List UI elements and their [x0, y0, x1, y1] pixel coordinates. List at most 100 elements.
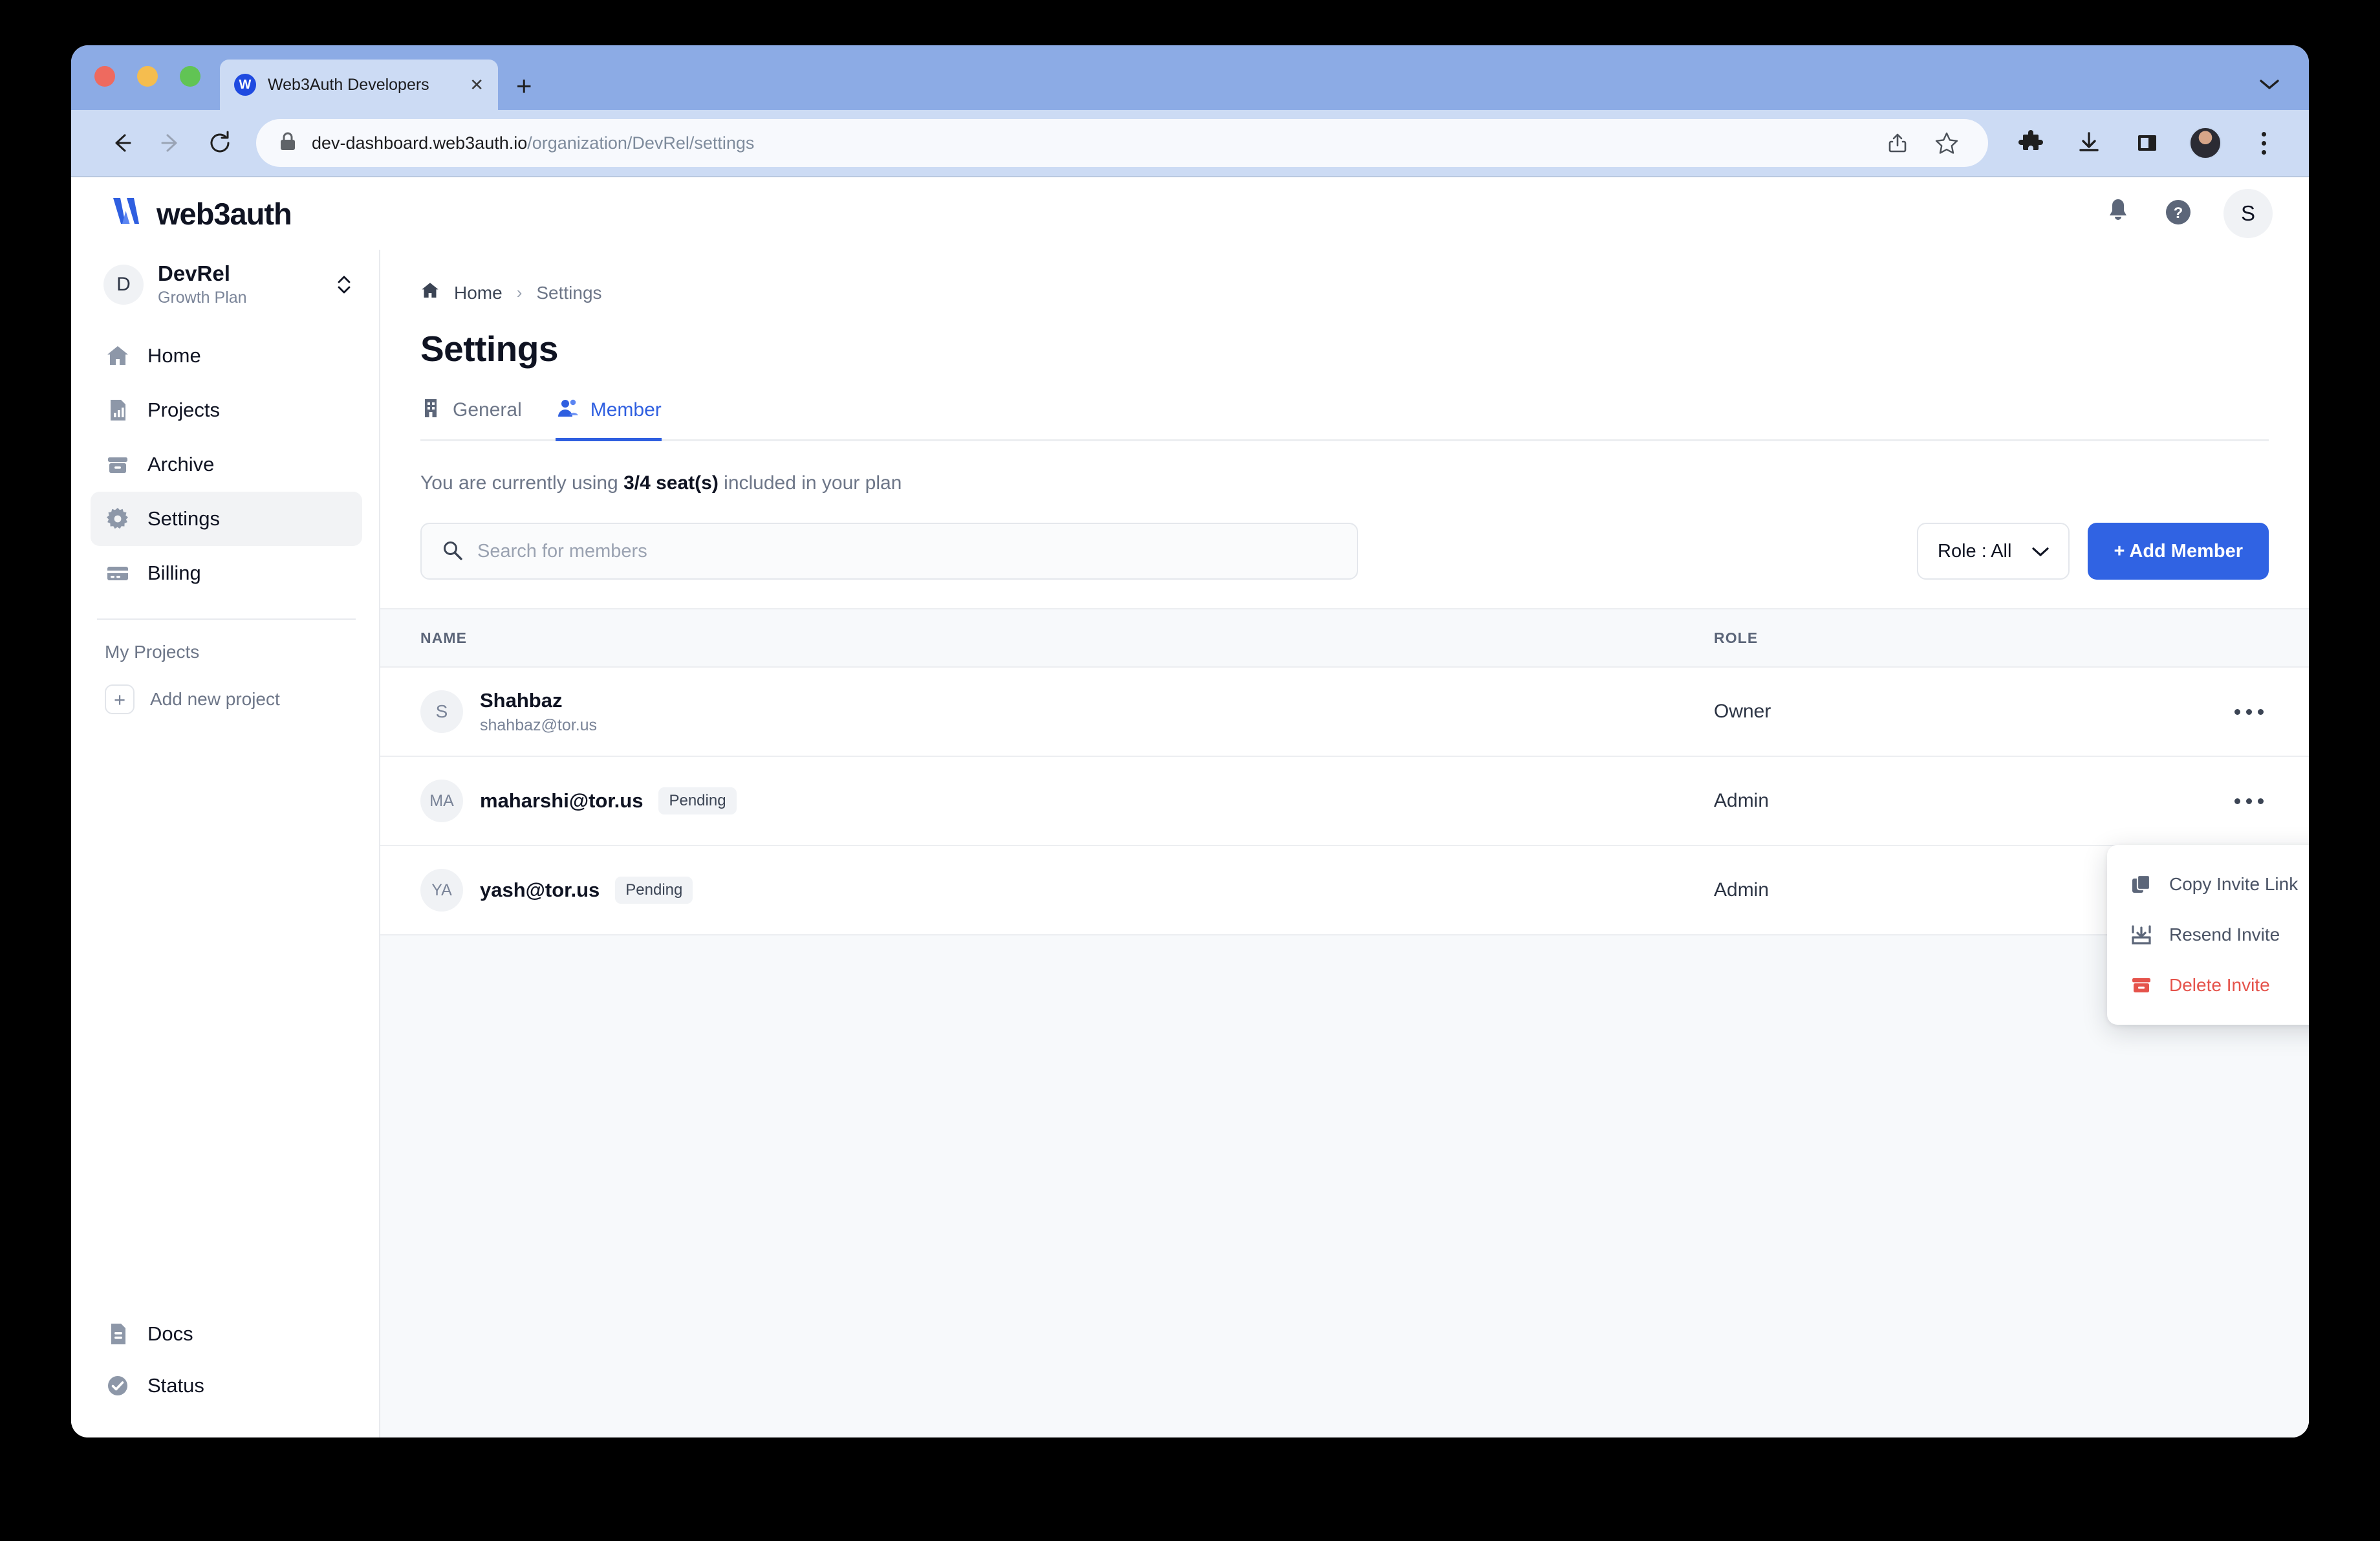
svg-text:?: ?: [2174, 204, 2183, 222]
url-path: /organization/DevRel/settings: [527, 133, 755, 153]
member-name-cell: S Shahbaz shahbaz@tor.us: [420, 689, 1714, 735]
chevron-down-icon: [2032, 541, 2050, 562]
sidebar-item-label: Home: [147, 344, 201, 367]
ellipsis-horizontal-icon[interactable]: [2229, 697, 2269, 727]
reload-icon[interactable]: [195, 118, 244, 168]
tab-member[interactable]: Member: [555, 397, 662, 441]
table-row[interactable]: MA maharshi@tor.us Pending Admin: [380, 757, 2309, 846]
search-icon: [441, 539, 463, 564]
org-name: DevRel: [158, 261, 230, 285]
new-tab-button[interactable]: +: [516, 72, 532, 100]
menu-item-label: Resend Invite: [2169, 924, 2280, 945]
window-controls: [94, 45, 200, 110]
org-avatar: D: [103, 265, 144, 305]
sidebar-item-home[interactable]: Home: [91, 329, 362, 383]
member-controls: Role : All + Add Member: [420, 523, 2269, 580]
sidebar-item-status[interactable]: Status: [91, 1360, 362, 1412]
star-icon[interactable]: [1927, 124, 1966, 162]
archive-box-icon: [105, 452, 131, 477]
member-name: Shahbaz: [480, 688, 563, 712]
add-new-project-label: Add new project: [150, 689, 280, 710]
sidebar-item-billing[interactable]: Billing: [91, 546, 362, 600]
role-filter-dropdown[interactable]: Role : All: [1917, 523, 2070, 580]
url-text: dev-dashboard.web3auth.io/organization/D…: [312, 133, 754, 153]
copy-icon: [2129, 872, 2154, 897]
sidebar-item-docs[interactable]: Docs: [91, 1308, 362, 1360]
chevron-down-icon[interactable]: [2260, 76, 2279, 93]
member-actions: [2191, 787, 2269, 816]
column-header-role: ROLE: [1714, 629, 1758, 646]
member-identity: Shahbaz shahbaz@tor.us: [480, 689, 597, 735]
browser-tab[interactable]: W Web3Auth Developers ✕: [220, 60, 498, 110]
seat-usage-text: You are currently using 3/4 seat(s) incl…: [420, 472, 2269, 494]
chevron-up-down-icon: [336, 274, 352, 296]
status-badge: Pending: [615, 877, 693, 904]
close-icon[interactable]: ✕: [470, 76, 484, 93]
document-icon: [105, 1321, 131, 1347]
bell-icon[interactable]: [2103, 197, 2133, 231]
table-row[interactable]: YA yash@tor.us Pending Admin: [380, 846, 2309, 935]
chrome-menu-icon[interactable]: [2244, 124, 2283, 162]
side-panel-icon[interactable]: [2128, 124, 2167, 162]
lock-icon: [278, 131, 298, 156]
table-row[interactable]: S Shahbaz shahbaz@tor.us Owner: [380, 668, 2309, 757]
sidebar-item-label: Docs: [147, 1322, 193, 1345]
home-icon: [420, 281, 440, 305]
sidebar-bottom-nav: Docs Status: [91, 1308, 362, 1437]
add-new-project-button[interactable]: + Add new project: [91, 662, 362, 715]
help-circle-icon[interactable]: ?: [2163, 197, 2194, 231]
extensions-puzzle-icon[interactable]: [2011, 124, 2050, 162]
search-members-box[interactable]: [420, 523, 1358, 580]
settings-tabs: General Member: [420, 397, 2269, 441]
downloads-icon[interactable]: [2070, 124, 2108, 162]
sidebar-item-archive[interactable]: Archive: [91, 437, 362, 492]
brand-text: web3auth: [157, 196, 292, 231]
forward-arrow-icon[interactable]: [146, 118, 195, 168]
close-window-button[interactable]: [94, 66, 115, 87]
sidebar-item-settings[interactable]: Settings: [91, 492, 362, 547]
member-name-row: yash@tor.us Pending: [480, 877, 693, 904]
browser-tabstrip: W Web3Auth Developers ✕ +: [71, 45, 2309, 110]
page-title: Settings: [420, 329, 558, 369]
member-name: yash@tor.us: [480, 879, 600, 901]
member-name-row: maharshi@tor.us Pending: [480, 787, 737, 814]
main-content: Home › Settings Settings General Member …: [380, 250, 2309, 1437]
sidebar-item-label: Archive: [147, 453, 215, 476]
org-plan: Growth Plan: [158, 288, 247, 307]
sidebar-item-projects[interactable]: Projects: [91, 383, 362, 437]
brand-logo[interactable]: web3auth: [111, 194, 292, 234]
profile-avatar[interactable]: [2186, 124, 2225, 162]
url-domain: dev-dashboard.web3auth.io: [312, 133, 528, 153]
credit-card-icon: [105, 560, 131, 586]
share-icon[interactable]: [1878, 124, 1917, 162]
browser-toolbar: dev-dashboard.web3auth.io/organization/D…: [71, 110, 2309, 177]
sidebar-item-label: Projects: [147, 399, 220, 422]
member-avatar: MA: [420, 780, 463, 822]
projects-chart-icon: [105, 397, 131, 423]
org-switcher[interactable]: D DevRel Growth Plan: [91, 250, 362, 322]
breadcrumb: Home › Settings: [420, 281, 2269, 305]
table-empty-area: [380, 935, 2309, 1437]
breadcrumb-home[interactable]: Home: [454, 283, 503, 303]
member-role: Owner: [1714, 701, 1771, 722]
menu-item-resend-invite[interactable]: Resend Invite: [2107, 910, 2309, 960]
gear-icon: [105, 506, 131, 532]
address-bar[interactable]: dev-dashboard.web3auth.io/organization/D…: [256, 119, 1988, 167]
sidebar-nav: Home Projects Archive Settings Billing: [91, 329, 362, 600]
status-badge: Pending: [658, 787, 737, 814]
ellipsis-horizontal-icon[interactable]: [2229, 787, 2269, 816]
user-avatar[interactable]: S: [2223, 189, 2273, 238]
add-member-button[interactable]: + Add Member: [2088, 523, 2269, 580]
tab-general[interactable]: General: [420, 397, 522, 441]
maximize-window-button[interactable]: [180, 66, 200, 87]
search-input[interactable]: [477, 540, 1337, 562]
tab-label: General: [453, 399, 522, 421]
member-name: maharshi@tor.us: [480, 789, 644, 812]
member-identity: maharshi@tor.us Pending: [480, 787, 737, 814]
menu-item-copy-invite-link[interactable]: Copy Invite Link: [2107, 859, 2309, 910]
minimize-window-button[interactable]: [137, 66, 158, 87]
check-circle-icon: [105, 1373, 131, 1399]
back-arrow-icon[interactable]: [97, 118, 146, 168]
menu-item-delete-invite[interactable]: Delete Invite: [2107, 960, 2309, 1011]
app-header: web3auth ? S: [71, 177, 2309, 250]
